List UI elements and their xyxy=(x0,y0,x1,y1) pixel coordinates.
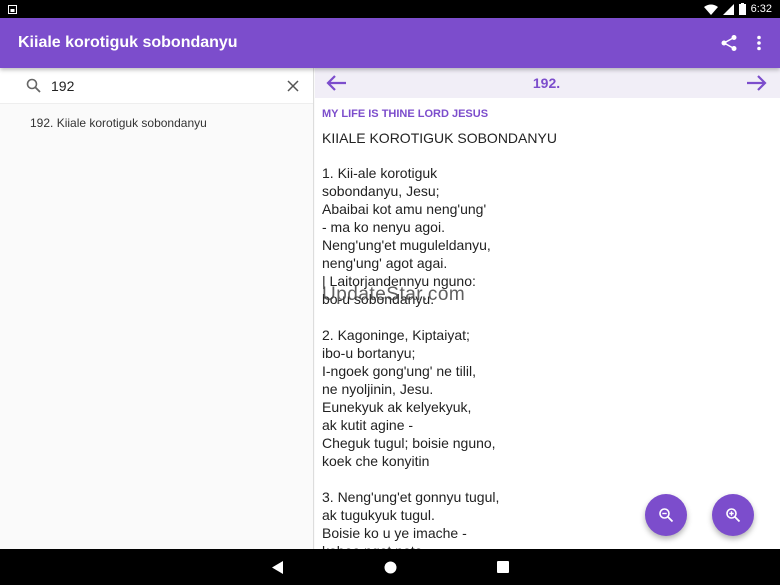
hymn-number: 192. xyxy=(532,75,561,91)
verse: 3. Neng'ung'et gonnyu tugul, ak tugukyuk… xyxy=(322,489,500,549)
status-bar: 6:32 xyxy=(0,0,780,18)
english-title: MY LIFE IS THINE LORD JESUS xyxy=(322,108,489,120)
more-vert-icon[interactable] xyxy=(756,35,762,51)
zoom-out-button[interactable] xyxy=(645,494,687,536)
arrow-forward-icon[interactable] xyxy=(746,74,768,92)
back-triangle-icon[interactable] xyxy=(271,560,284,574)
verse: 2. Kagoninge, Kiptaiyat; ibo-u bortanyu;… xyxy=(322,327,496,469)
hymn-title: KIIALE KOROTIGUK SOBONDANYU xyxy=(322,130,557,146)
battery-icon xyxy=(738,3,746,15)
home-circle-icon[interactable] xyxy=(384,561,397,574)
hymn-pane: 192. MY LIFE IS THINE LORD JESUS KIIALE … xyxy=(315,68,780,549)
hymn-nav: 192. xyxy=(315,68,780,98)
system-nav-bar xyxy=(0,549,780,585)
arrow-back-icon[interactable] xyxy=(325,74,347,92)
share-icon[interactable] xyxy=(720,34,738,52)
search-pane: 192. Kiiale korotiguk sobondanyu xyxy=(0,68,314,549)
status-time: 6:32 xyxy=(750,3,772,15)
search-icon xyxy=(26,78,41,93)
zoom-in-icon xyxy=(725,507,741,523)
signal-icon xyxy=(722,3,734,15)
zoom-in-button[interactable] xyxy=(712,494,754,536)
zoom-out-icon xyxy=(658,507,674,523)
wifi-icon xyxy=(703,4,718,15)
recents-square-icon[interactable] xyxy=(496,561,509,573)
watermark: UpdateStar.com xyxy=(322,284,466,305)
search-input[interactable] xyxy=(51,77,287,94)
search-bar xyxy=(0,68,313,104)
app-title: Kiiale korotiguk sobondanyu xyxy=(18,34,238,51)
result-item[interactable]: 192. Kiiale korotiguk sobondanyu xyxy=(0,104,313,130)
clear-icon[interactable] xyxy=(287,79,299,92)
app-bar: Kiiale korotiguk sobondanyu xyxy=(0,18,780,68)
hymn-lyrics: 1. Kii-ale korotiguk sobondanyu, Jesu; A… xyxy=(315,164,780,549)
notification-icon xyxy=(8,4,17,14)
